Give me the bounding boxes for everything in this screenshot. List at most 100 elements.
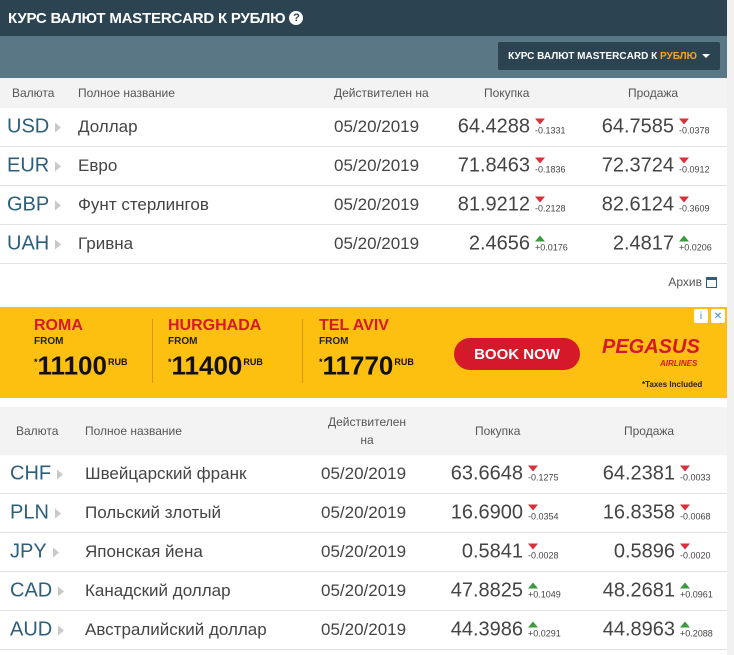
buy-rate: 63.6648: [450, 462, 523, 485]
table-row[interactable]: GBP Фунт стерлингов 05/20/2019 81.9212 -0.21…: [0, 186, 727, 225]
expand-arrow-icon[interactable]: [55, 161, 62, 171]
sell-change: +0.0206: [679, 235, 712, 253]
expand-arrow-icon[interactable]: [55, 122, 62, 132]
archive-link[interactable]: Архив: [668, 275, 717, 289]
buy-rate: 64.4288: [457, 115, 530, 138]
arrow-down-icon: [679, 196, 689, 203]
table-header: Валюта Полное название Действителен на П…: [0, 78, 727, 108]
page-title-bar: КУРС ВАЛЮТ MASTERCARD К РУБЛЮ ?: [0, 0, 727, 36]
table-row[interactable]: UAH Гривна 05/20/2019 2.4656 +0.0176 2.4817 +0…: [0, 225, 727, 264]
valid-date: 05/20/2019: [321, 503, 407, 522]
ad-deal-telaviv: TEL AVIV FROM *11770RUB: [319, 317, 414, 379]
table-row[interactable]: AUD Австралийский доллар 05/20/2019 44.3986…: [0, 611, 727, 650]
rates-table-main: Валюта Полное название Действителен на П…: [0, 78, 727, 264]
currency-select-dropdown[interactable]: КУРС ВАЛЮТ MASTERCARD К РУБЛЮ: [498, 42, 720, 70]
sell-rate: 0.5896: [613, 540, 675, 563]
ad-close-icon[interactable]: ✕: [711, 309, 725, 323]
archive-bar: Архив: [0, 266, 727, 298]
buy-rate: 0.5841: [461, 540, 523, 563]
book-now-button[interactable]: BOOK NOW: [454, 338, 580, 370]
currency-code[interactable]: EUR: [7, 155, 62, 178]
currency-code[interactable]: CHF: [10, 463, 64, 486]
toolbar: КУРС ВАЛЮТ MASTERCARD К РУБЛЮ: [0, 36, 727, 78]
currency-code[interactable]: GBP: [7, 194, 62, 217]
arrow-up-icon: [679, 235, 689, 242]
sell-rate: 44.8963: [602, 618, 675, 641]
page-title: КУРС ВАЛЮТ MASTERCARD К РУБЛЮ: [8, 9, 286, 27]
valid-date: 05/20/2019: [334, 156, 420, 175]
expand-arrow-icon[interactable]: [54, 508, 61, 518]
help-icon[interactable]: ?: [289, 11, 304, 25]
ad-deal-price: *11400RUB: [168, 350, 263, 381]
arrow-down-icon: [679, 157, 689, 164]
arrow-up-icon: [680, 621, 690, 628]
archive-label: Архив: [668, 275, 702, 289]
header-buy: Покупка: [475, 424, 521, 438]
header-sell: Продажа: [628, 86, 679, 100]
currency-name: Польский злотый: [85, 503, 222, 522]
arrow-down-icon: [535, 157, 545, 164]
arrow-up-icon: [528, 621, 538, 628]
ad-banner[interactable]: i ✕ ROMA FROM *11100RUB HURGHADA FROM *1…: [0, 307, 727, 398]
expand-arrow-icon[interactable]: [55, 200, 62, 210]
table-row[interactable]: PLN Польский злотый 05/20/2019 16.6900 -0.03…: [0, 494, 727, 533]
ad-choices[interactable]: i ✕: [694, 309, 725, 323]
currency-code[interactable]: CAD: [10, 580, 65, 603]
ad-deal-price: *11770RUB: [319, 350, 414, 381]
buy-rate: 2.4656: [468, 232, 530, 255]
table-row[interactable]: JPY Японская йена 05/20/2019 0.5841 -0.0028 0…: [0, 533, 727, 572]
arrow-down-icon: [535, 118, 545, 125]
ad-deal-from: FROM: [34, 336, 64, 347]
valid-date: 05/20/2019: [321, 581, 407, 600]
header-valid-on: Действителен на: [328, 415, 407, 447]
table-row[interactable]: EUR Евро 05/20/2019 71.8463 -0.1836 72.3724 -0…: [0, 147, 727, 186]
currency-code[interactable]: AUD: [10, 619, 65, 642]
ad-deal-price: *11100RUB: [34, 350, 128, 381]
expand-arrow-icon[interactable]: [52, 547, 59, 557]
valid-date: 05/20/2019: [334, 195, 420, 214]
arrow-down-icon: [528, 543, 538, 550]
header-buy: Покупка: [484, 86, 530, 100]
ad-deal-city: HURGHADA: [168, 317, 262, 334]
buy-change: -0.0354: [528, 504, 559, 522]
valid-date: 05/20/2019: [321, 464, 407, 483]
calendar-icon: [706, 276, 717, 288]
currency-code[interactable]: UAH: [7, 233, 62, 256]
scrollbar[interactable]: [727, 0, 734, 655]
buy-change: -0.0028: [528, 543, 559, 561]
expand-arrow-icon[interactable]: [58, 625, 65, 635]
sell-rate: 2.4817: [612, 232, 674, 255]
sell-change: -0.0912: [679, 157, 710, 175]
header-valid-on: Действителен на: [334, 86, 429, 100]
arrow-up-icon: [680, 582, 690, 589]
expand-arrow-icon[interactable]: [58, 586, 65, 596]
valid-date: 05/20/2019: [321, 542, 407, 561]
ad-divider: [152, 319, 153, 383]
table-row[interactable]: CAD Канадский доллар 05/20/2019 47.8825 +0.1…: [0, 572, 727, 611]
buy-change: -0.1275: [528, 465, 559, 483]
sell-change: -0.0020: [680, 543, 711, 561]
table-row[interactable]: CHF Швейцарский франк 05/20/2019 63.6648 -0.…: [0, 455, 727, 494]
currency-code[interactable]: JPY: [10, 541, 59, 564]
currency-code[interactable]: USD: [7, 116, 62, 139]
buy-change: +0.0176: [535, 235, 568, 253]
buy-rate: 47.8825: [450, 579, 523, 602]
sell-change: -0.0068: [680, 504, 711, 522]
dropdown-label-prefix: КУРС ВАЛЮТ MASTERCARD К: [508, 50, 658, 62]
valid-date: 05/20/2019: [334, 117, 420, 136]
buy-rate: 71.8463: [457, 154, 530, 177]
chevron-down-icon: [702, 54, 710, 58]
buy-change: +0.0291: [528, 621, 561, 639]
expand-arrow-icon[interactable]: [57, 469, 64, 479]
arrow-down-icon: [528, 465, 538, 472]
arrow-down-icon: [680, 543, 690, 550]
ad-info-icon[interactable]: i: [694, 309, 708, 323]
header-sell: Продажа: [624, 424, 675, 438]
arrow-down-icon: [680, 504, 690, 511]
table-row[interactable]: USD Доллар 05/20/2019 64.4288 -0.1331 64.7585…: [0, 108, 727, 147]
currency-code[interactable]: PLN: [10, 502, 61, 525]
sell-change: -0.0033: [680, 465, 711, 483]
expand-arrow-icon[interactable]: [55, 239, 62, 249]
currency-name: Евро: [78, 156, 118, 175]
header-full-name: Полное название: [85, 424, 182, 438]
